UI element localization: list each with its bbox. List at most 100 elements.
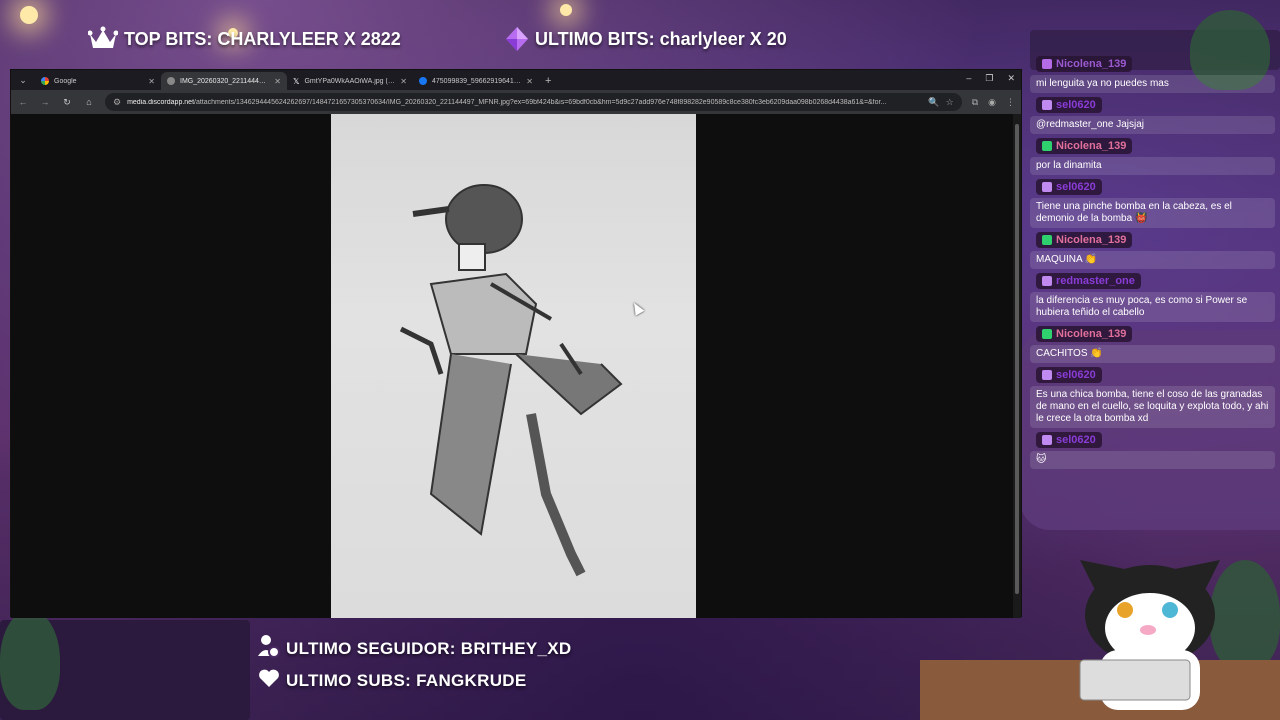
tab-discord-image[interactable]: IMG_20260320_221144497_MF ✕ [161,72,287,90]
tab-label: 475099839_596629196410262 [432,77,522,85]
minimize-icon[interactable]: – [966,73,971,84]
discord-icon [167,77,175,85]
chat-username[interactable]: Nicolena_139 [1036,232,1133,248]
home-icon[interactable]: ⌂ [83,97,95,107]
chat-username-text: Nicolena_139 [1056,58,1127,70]
ultimo-subs-label: ULTIMO SUBS: FANGKRUDE [286,670,527,690]
reload-icon[interactable]: ↻ [61,97,73,108]
chat-username[interactable]: redmaster_one [1036,273,1141,289]
chat-panel: Nicolena_139 mi lenguita ya no puedes mas… [1030,56,1275,496]
tab-label: Google [54,77,77,85]
chat-message-text: mi lenguita ya no puedes mas [1030,75,1275,93]
address-bar[interactable]: ⚙ media.discordapp.net/attachments/13462… [105,93,962,111]
chat-message: redmaster_onela diferencia es muy poca, … [1030,273,1275,322]
chat-username-text: sel0620 [1056,369,1096,381]
zoom-icon[interactable]: 🔍 [928,97,939,108]
x-icon: 𝕏 [293,76,300,86]
site-info-icon[interactable]: ⚙ [113,97,121,108]
chat-message: sel0620 @redmaster_one Jajsjaj [1030,97,1275,134]
crown-icon [88,26,118,52]
tab-search-chevron-icon[interactable]: ⌄ [15,72,31,88]
heart-icon [258,668,280,693]
pencil-drawing [399,184,623,577]
facebook-icon [419,77,427,85]
profile-icon[interactable]: ◉ [988,97,996,108]
chat-message-text: MAQUINA 👏 [1030,251,1275,269]
chat-username[interactable]: sel0620 [1036,432,1102,448]
chat-message-text: Tiene una pinche bomba en la cabeza, es … [1030,198,1275,228]
chat-message: sel0620 Es una chica bomba, tiene el coso… [1030,367,1275,428]
chat-message-text: @redmaster_one Jajsjaj [1030,116,1275,134]
chat-username[interactable]: Nicolena_139 [1036,326,1133,342]
close-icon[interactable]: ✕ [274,77,281,86]
chat-message: Nicolena_139por la dinamita [1030,138,1275,175]
chat-username-text: sel0620 [1056,99,1096,111]
ultimo-bits-banner: ULTIMO BITS: charlyleer X 20 [505,26,787,52]
tab-x-image[interactable]: 𝕏 GmtYPa0WkAAOiWA.jpg (960× ✕ [287,72,413,90]
tab-label: GmtYPa0WkAAOiWA.jpg (960× [304,77,396,85]
chat-message: Nicolena_139 CACHITOS 👏 [1030,326,1275,363]
browser-window: ⌄ Google ✕ IMG_20260320_221144497_MF ✕ 𝕏… [10,69,1022,618]
gem-icon [505,26,529,52]
chat-badge-icon [1042,182,1052,192]
bookmark-star-icon[interactable]: ☆ [946,97,954,108]
chat-message: sel0620 🐱 [1030,432,1275,469]
url-path: /attachments/1346294445624262697/1484721… [194,98,887,106]
top-bits-label: TOP BITS: CHARLYLEER X 2822 [124,28,401,49]
page-viewport [11,114,1021,618]
plant [0,610,60,710]
ceiling-light [20,6,38,24]
ultimo-seguidor: ULTIMO SEGUIDOR: BRITHEY_XD [258,634,571,663]
window-controls: – ❐ ✕ [966,73,1015,84]
tab-facebook-image[interactable]: 475099839_596629196410262 ✕ [413,72,539,90]
ultimo-bits-label: ULTIMO BITS: charlyleer X 20 [535,28,787,49]
close-window-icon[interactable]: ✕ [1007,73,1015,84]
chat-badge-icon [1042,276,1052,286]
chat-message-text: la diferencia es muy poca, es como si Po… [1030,292,1275,322]
top-bits-banner: TOP BITS: CHARLYLEER X 2822 [88,26,401,52]
ultimo-seguidor-label: ULTIMO SEGUIDOR: BRITHEY_XD [286,638,572,658]
menu-icon[interactable]: ⋮ [1006,97,1015,108]
chat-message-text: por la dinamita [1030,157,1275,175]
chat-badge-icon [1042,435,1052,445]
browser-toolbar: ← → ↻ ⌂ ⚙ media.discordapp.net/attachmen… [11,90,1021,114]
chat-username[interactable]: Nicolena_139 [1036,138,1133,154]
chat-message: Nicolena_139mi lenguita ya no puedes mas [1030,56,1275,93]
chat-message-text: Es una chica bomba, tiene el coso de las… [1030,386,1275,428]
chat-message-text: CACHITOS 👏 [1030,345,1275,363]
chat-message-text: 🐱 [1030,451,1275,469]
chat-badge-icon [1042,141,1052,151]
cat-mascot [1070,540,1230,710]
chat-username-text: Nicolena_139 [1056,328,1127,340]
chat-message: sel0620 Tiene una pinche bomba en la cabe… [1030,179,1275,228]
extensions-icon[interactable]: ⧉ [972,97,978,108]
scrollbar[interactable] [1013,114,1021,618]
close-icon[interactable]: ✕ [526,77,533,86]
tab-label: IMG_20260320_221144497_MF [180,77,269,85]
url-domain: media.discordapp.net [127,98,195,106]
new-tab-button[interactable]: + [539,75,557,87]
chat-badge-icon [1042,235,1052,245]
chat-username[interactable]: Nicolena_139 [1036,56,1133,72]
chat-username-text: sel0620 [1056,181,1096,193]
chat-badge-icon [1042,100,1052,110]
chat-username[interactable]: sel0620 [1036,179,1102,195]
chat-username-text: Nicolena_139 [1056,140,1127,152]
forward-icon[interactable]: → [39,97,51,107]
drawing-image[interactable] [331,114,696,618]
google-icon [41,77,49,85]
chat-username-text: redmaster_one [1056,275,1135,287]
user-follow-icon [258,634,280,663]
chat-username-text: sel0620 [1056,434,1096,446]
chat-username[interactable]: sel0620 [1036,97,1102,113]
back-icon[interactable]: ← [17,97,29,107]
ultimo-subs: ULTIMO SUBS: FANGKRUDE [258,668,527,693]
scrollbar-thumb[interactable] [1015,124,1019,594]
chat-message: Nicolena_139 MAQUINA 👏 [1030,232,1275,269]
close-icon[interactable]: ✕ [148,77,155,86]
maximize-icon[interactable]: ❐ [985,73,993,84]
chat-username[interactable]: sel0620 [1036,367,1102,383]
tab-google[interactable]: Google ✕ [35,72,161,90]
close-icon[interactable]: ✕ [400,77,407,86]
chat-badge-icon [1042,59,1052,69]
